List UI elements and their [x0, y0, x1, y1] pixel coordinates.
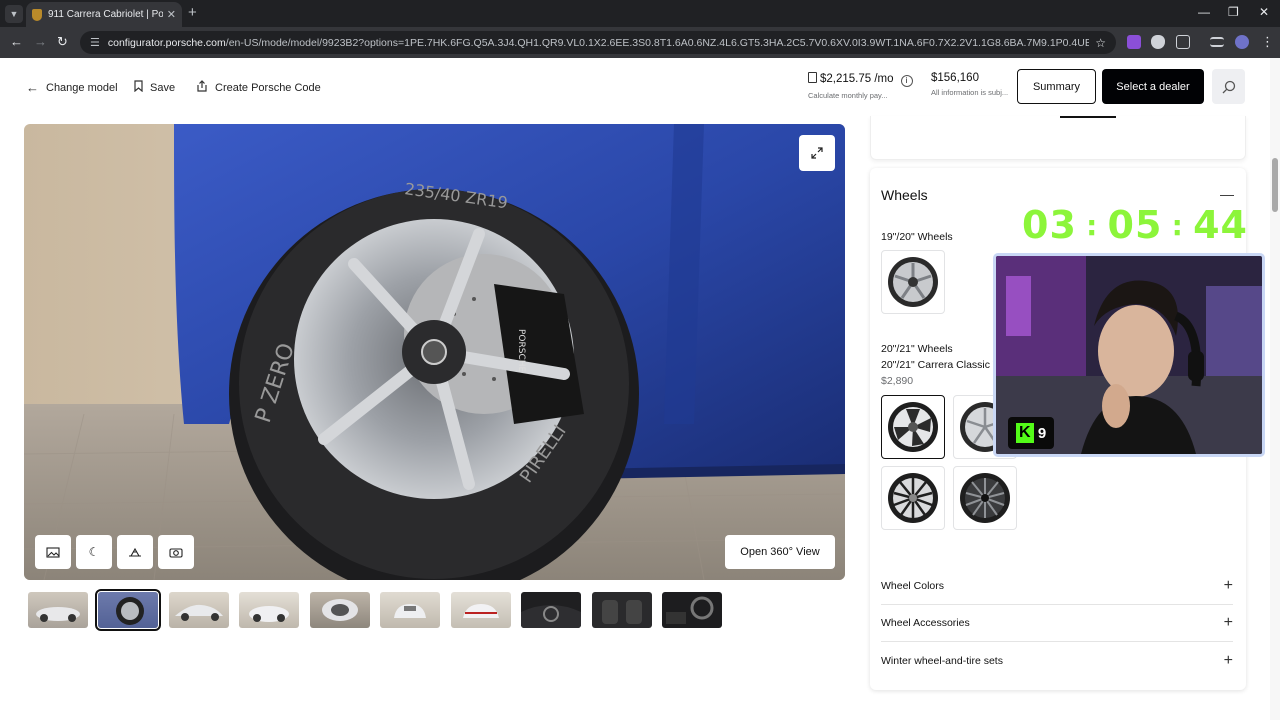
wheel-option-rs-spyder[interactable]	[953, 466, 1017, 530]
wheel-colors-row[interactable]: Wheel Colors +	[881, 568, 1233, 605]
create-porsche-code-link[interactable]: Create Porsche Code	[196, 80, 321, 95]
exterior-view-button[interactable]	[35, 535, 71, 569]
address-bar[interactable]: ☰ configurator.porsche.com/en-US/mode/mo…	[80, 31, 1116, 54]
select-dealer-button[interactable]: Select a dealer	[1102, 69, 1204, 104]
stream-timer: 03 : 05 : 44	[1022, 200, 1248, 250]
expand-plus-icon[interactable]: +	[1224, 577, 1233, 595]
scrollbar-thumb[interactable]	[1272, 158, 1278, 212]
tab-list-chevron-icon[interactable]: ▼	[5, 5, 23, 23]
bookmark-star-icon[interactable]: ☆	[1095, 36, 1106, 50]
previous-section-card	[870, 116, 1246, 160]
expand-plus-icon[interactable]: +	[1224, 652, 1233, 670]
seat-icon	[129, 547, 141, 557]
expand-plus-icon[interactable]: +	[1224, 614, 1233, 632]
browser-toolbar: ← → ↻ ☰ configurator.porsche.com/en-US/m…	[0, 27, 1280, 58]
kick-viewer-badge: K 9	[1008, 417, 1054, 449]
window-close-icon[interactable]: ✕	[1259, 5, 1269, 19]
selected-underline	[1060, 116, 1116, 118]
monthly-price-note: Calculate monthly pay...	[808, 91, 888, 100]
browser-tab[interactable]: 911 Carrera Cabriolet | Porsche ✕	[26, 2, 182, 27]
total-price: $156,160 All information is subj...	[931, 72, 1009, 97]
wheels-group-20-21-title: 20"/21" Wheels	[881, 343, 953, 355]
configurator-header: ← Change model Save Create Porsche Code …	[0, 58, 1270, 116]
tab-title: 911 Carrera Cabriolet | Porsche	[48, 9, 163, 20]
browser-tabbar: ▼ 911 Carrera Cabriolet | Porsche ✕ + — …	[0, 0, 1280, 27]
shield-extension-icon[interactable]	[1151, 35, 1165, 49]
restore-icon[interactable]: ❐	[1228, 5, 1239, 19]
wheel-icon	[888, 473, 938, 523]
extension-v-icon[interactable]	[1127, 35, 1141, 49]
moon-icon: ☾	[88, 545, 100, 559]
browser-menu-icon[interactable]: ⋮	[1261, 34, 1274, 50]
reload-icon[interactable]: ↻	[57, 34, 68, 50]
kick-viewer-count: 9	[1037, 424, 1047, 442]
profile-avatar-icon[interactable]	[1235, 35, 1249, 49]
back-arrow-icon[interactable]: ←	[10, 34, 23, 49]
porsche-favicon-icon	[32, 8, 42, 21]
total-price-note: All information is subj...	[931, 88, 1009, 97]
thumbnail-top[interactable]	[310, 592, 370, 628]
timer-separator: :	[1086, 208, 1099, 242]
thumbnail-wheel-detail[interactable]	[95, 589, 161, 631]
bookmark-icon	[134, 80, 143, 95]
site-info-icon[interactable]: ☰	[90, 36, 100, 49]
tab-close-icon[interactable]: ✕	[167, 8, 176, 21]
media-controls-icon[interactable]	[1210, 37, 1224, 47]
thumbnail-front-three-quarter[interactable]	[28, 592, 88, 628]
info-icon[interactable]: i	[900, 75, 913, 87]
page-scrollbar[interactable]	[1270, 58, 1280, 720]
car-hero-image[interactable]: 235/40 ZR19 P ZERO PIRELLI PORSCHE ☾ Ope…	[24, 124, 845, 580]
minimize-icon[interactable]: —	[1198, 5, 1210, 19]
winter-wheel-tire-sets-row[interactable]: Winter wheel-and-tire sets +	[881, 642, 1233, 679]
url-text: configurator.porsche.com/en-US/mode/mode…	[107, 36, 1090, 49]
calculator-icon	[808, 72, 817, 83]
thumbnail-interior-steering[interactable]	[662, 592, 722, 628]
search-button[interactable]	[1212, 69, 1245, 104]
extensions-puzzle-icon[interactable]	[1176, 35, 1190, 49]
forward-arrow-icon[interactable]: →	[34, 34, 47, 49]
wheel-icon	[960, 473, 1010, 523]
open-360-view-button[interactable]: Open 360° View	[725, 535, 835, 569]
image-icon	[46, 546, 60, 558]
arrow-left-icon: ←	[26, 80, 39, 95]
timer-separator: :	[1171, 208, 1184, 242]
camera-icon	[169, 547, 183, 558]
interior-view-button[interactable]	[117, 535, 153, 569]
camera-view-button[interactable]	[158, 535, 194, 569]
thumbnail-rear[interactable]	[451, 592, 511, 628]
thumbnail-interior-seats[interactable]	[592, 592, 652, 628]
wheel-option-19-20-carrera[interactable]	[881, 250, 945, 314]
expand-icon	[811, 147, 823, 159]
new-tab-button[interactable]: +	[188, 4, 197, 21]
wheel-option-spoke-design[interactable]	[881, 466, 945, 530]
wheel-icon	[888, 402, 938, 452]
share-box-icon	[196, 80, 208, 95]
wheels-group-19-20-title: 19"/20" Wheels	[881, 231, 953, 243]
thumbnail-side[interactable]	[169, 592, 229, 628]
wheel-option-carrera-classic[interactable]	[881, 395, 945, 459]
timer-seconds: 44	[1193, 203, 1248, 247]
search-icon	[1222, 80, 1235, 93]
night-mode-button[interactable]: ☾	[76, 535, 112, 569]
wheel-icon	[888, 257, 938, 307]
wheel-accessories-row[interactable]: Wheel Accessories +	[881, 605, 1233, 642]
save-link[interactable]: Save	[134, 80, 175, 95]
change-model-link[interactable]: ← Change model	[26, 80, 118, 95]
summary-button[interactable]: Summary	[1017, 69, 1096, 104]
kick-logo-icon: K	[1015, 423, 1034, 443]
fullscreen-expand-button[interactable]	[799, 135, 835, 171]
selected-wheel-name: 20"/21" Carrera Classic W	[881, 359, 1003, 371]
wheels-heading: Wheels	[881, 187, 928, 203]
timer-minutes: 05	[1107, 203, 1163, 247]
selected-wheel-price: $2,890	[881, 375, 914, 387]
monthly-price[interactable]: $2,215.75 /mo i Calculate monthly pay...	[808, 72, 913, 100]
thumbnail-front[interactable]	[380, 592, 440, 628]
thumbnail-rear-three-quarter[interactable]	[239, 592, 299, 628]
car-wheel-illustration: 235/40 ZR19 P ZERO PIRELLI PORSCHE	[24, 124, 845, 580]
thumbnail-interior-dashboard[interactable]	[521, 592, 581, 628]
timer-hours: 03	[1022, 203, 1077, 247]
caliper-text: PORSCHE	[516, 329, 526, 373]
